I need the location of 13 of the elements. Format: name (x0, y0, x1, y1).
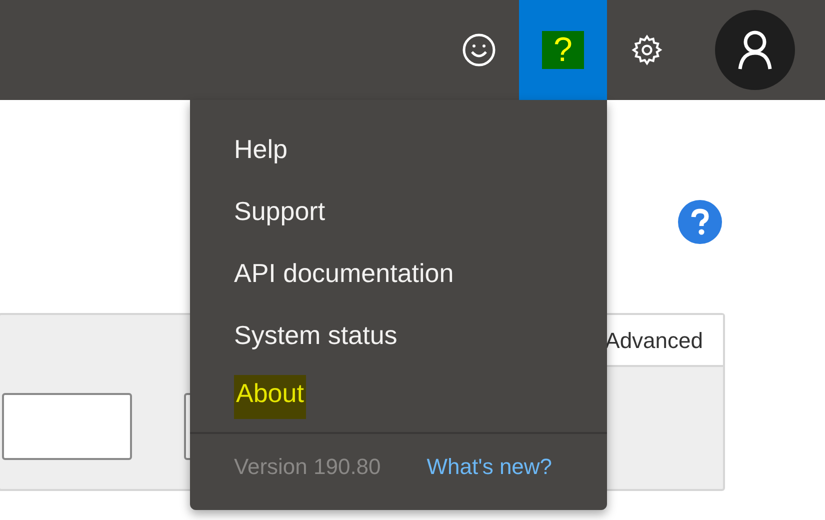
person-icon (738, 30, 772, 70)
whats-new-link[interactable]: What's new? (426, 450, 552, 482)
menu-item[interactable]: Help (234, 131, 288, 167)
menu-item[interactable]: About (234, 375, 306, 419)
menu-item[interactable]: System status (234, 317, 398, 353)
settings-icon (630, 33, 664, 67)
menu-item[interactable]: API documentation (234, 255, 454, 291)
help-button[interactable]: ? (519, 0, 607, 100)
version-text: Version 190.80 (234, 452, 381, 480)
help-icon[interactable] (678, 200, 722, 244)
input-field[interactable] (2, 393, 132, 460)
smiley-icon (462, 33, 496, 67)
menu-item[interactable]: Support (234, 193, 326, 229)
